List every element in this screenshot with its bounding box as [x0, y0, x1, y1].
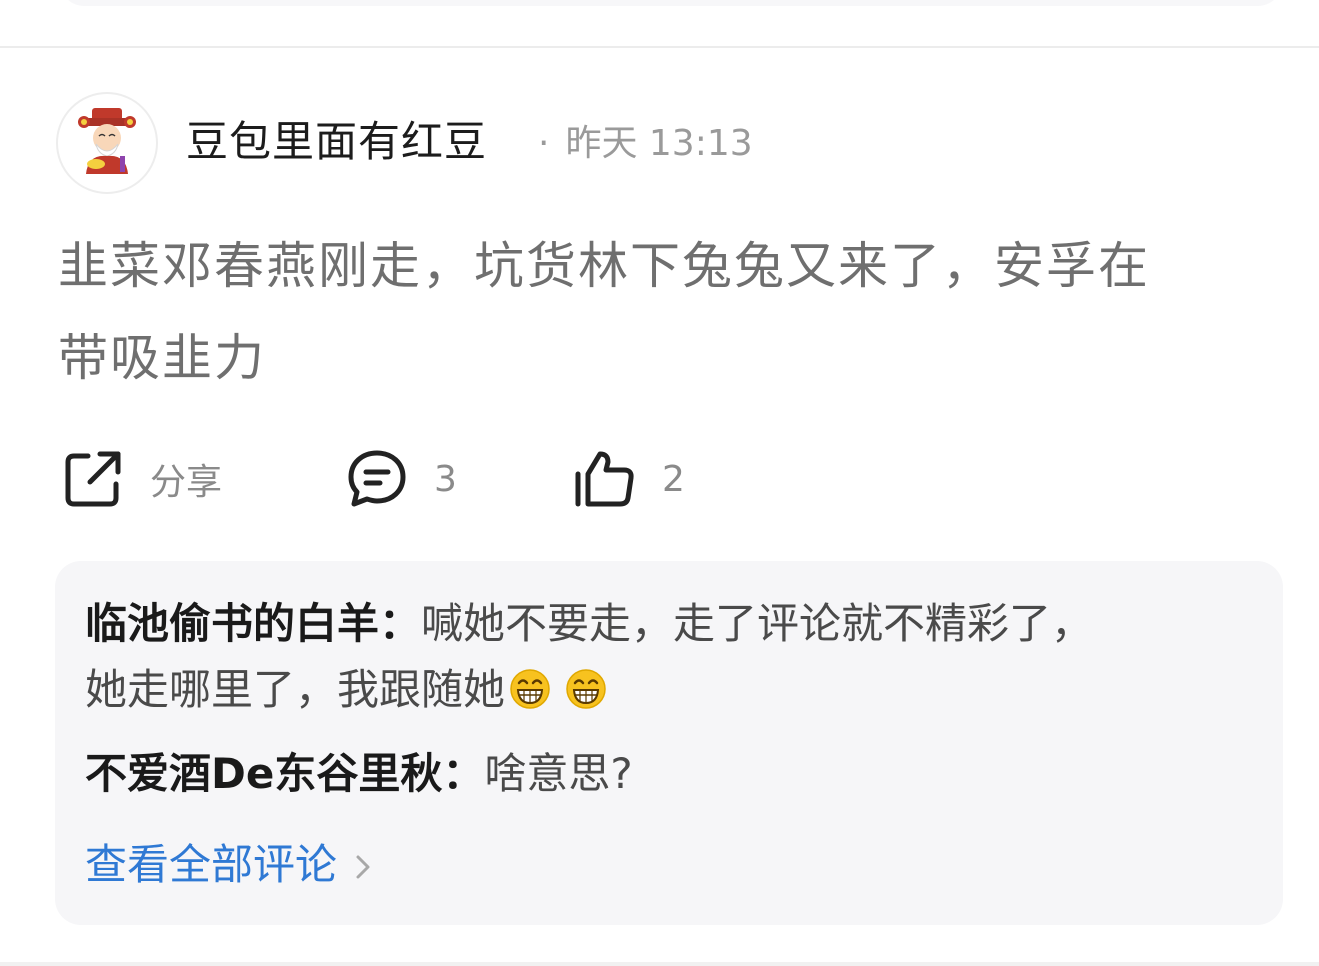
previous-post-card-edge: [60, 0, 1282, 6]
post-content-line: 韭菜邓春燕刚走，坑货林下兔兔又来了，安孚在: [58, 237, 1150, 295]
share-label: 分享: [150, 462, 223, 503]
comments-preview: 临池偷书的白羊：喊她不要走，走了评论就不精彩了， 她走哪里了，我跟随她 不爱酒D…: [55, 561, 1283, 925]
avatar-image: [78, 108, 136, 174]
avatar[interactable]: [56, 92, 158, 194]
post-time: 昨天 13:13: [565, 123, 753, 164]
meta-separator: ·: [538, 123, 550, 164]
like-count: 2: [662, 458, 685, 500]
view-all-comments-link[interactable]: 查看全部评论: [85, 835, 371, 898]
post-meta: · 昨天 13:13: [538, 122, 753, 166]
comment-button[interactable]: 3: [346, 444, 457, 514]
like-button[interactable]: 2: [572, 444, 685, 514]
comment-text: 啥意思?: [484, 749, 633, 798]
share-icon: [65, 451, 121, 507]
grin-emoji-icon: [566, 669, 606, 709]
author-name[interactable]: 豆包里面有红豆: [186, 114, 487, 170]
grin-emoji-icon: [510, 669, 550, 709]
divider: [0, 46, 1319, 48]
comment-count: 3: [434, 458, 457, 500]
divider: [0, 962, 1319, 966]
post-content[interactable]: 韭菜邓春燕刚走，坑货林下兔兔又来了，安孚在 带吸韭力: [58, 220, 1288, 404]
action-bar: 分享 3 2: [58, 444, 1258, 514]
comment-icon: [348, 450, 406, 507]
view-all-label: 查看全部评论: [85, 840, 338, 889]
comment-item[interactable]: 不爱酒De东谷里秋：啥意思?: [85, 741, 1255, 807]
share-button[interactable]: 分享: [62, 444, 222, 514]
comment-item[interactable]: 临池偷书的白羊：喊她不要走，走了评论就不精彩了， 她走哪里了，我跟随她: [85, 591, 1255, 723]
thumbs-up-icon: [575, 451, 634, 507]
commenter-name[interactable]: 临池偷书的白羊：: [85, 599, 421, 648]
chevron-right-icon: [355, 838, 371, 898]
post-content-line: 带吸韭力: [58, 329, 266, 387]
commenter-name[interactable]: 不爱酒De东谷里秋：: [85, 749, 484, 798]
comment-text: 她走哪里了，我跟随她: [85, 665, 506, 714]
comment-text: 喊她不要走，走了评论就不精彩了，: [421, 599, 1094, 648]
